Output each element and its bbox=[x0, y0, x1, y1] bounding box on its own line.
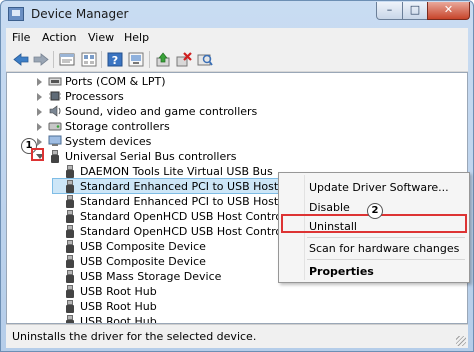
toolbar: ? bbox=[6, 48, 468, 72]
usb-device-icon bbox=[66, 270, 74, 283]
tree-item-label: Ports (COM & LPT) bbox=[65, 75, 166, 88]
menu-disable[interactable]: Disable bbox=[309, 201, 350, 214]
usb-device-icon bbox=[66, 255, 74, 268]
device-properties-icon[interactable] bbox=[59, 52, 75, 67]
menu-scan-hardware[interactable]: Scan for hardware changes bbox=[309, 242, 459, 255]
expand-arrow-icon[interactable] bbox=[37, 93, 42, 101]
maximize-button[interactable]: □ bbox=[402, 2, 428, 20]
show-hidden-icon[interactable] bbox=[81, 52, 97, 67]
device-label: USB Root Hub bbox=[80, 315, 157, 324]
usb-device-icon bbox=[66, 195, 74, 208]
toolbar-separator bbox=[101, 51, 102, 68]
menu-update-driver[interactable]: Update Driver Software... bbox=[309, 181, 449, 194]
resize-grip-icon[interactable] bbox=[456, 336, 466, 346]
tree-item-label: System devices bbox=[65, 135, 152, 148]
menu-view[interactable]: View bbox=[88, 31, 114, 44]
port-icon bbox=[48, 75, 62, 87]
tree-item-label: Sound, video and game controllers bbox=[65, 105, 258, 118]
system-devices-icon bbox=[48, 135, 62, 147]
device-label: Standard OpenHCD USB Host Controller bbox=[80, 210, 300, 223]
usb-icon bbox=[51, 150, 59, 163]
tree-item-label: Universal Serial Bus controllers bbox=[65, 150, 237, 163]
usb-device-icon bbox=[66, 210, 74, 223]
update-driver-icon[interactable] bbox=[155, 52, 171, 67]
device-label: Standard OpenHCD USB Host Controller bbox=[80, 225, 300, 238]
device-label: USB Composite Device bbox=[80, 240, 206, 253]
toolbar-separator bbox=[53, 51, 54, 68]
speaker-icon bbox=[48, 105, 62, 117]
device-label: USB Composite Device bbox=[80, 255, 206, 268]
tree-item-label: Storage controllers bbox=[65, 120, 170, 133]
status-text: Uninstalls the driver for the selected d… bbox=[12, 330, 257, 343]
back-arrow-icon[interactable] bbox=[13, 52, 29, 67]
close-button[interactable]: ✕ bbox=[427, 2, 470, 20]
menu-help[interactable]: Help bbox=[124, 31, 149, 44]
device-manager-icon bbox=[8, 7, 24, 21]
svg-text:?: ? bbox=[112, 54, 118, 67]
scan-hardware-icon[interactable] bbox=[197, 52, 213, 67]
expand-arrow-icon[interactable] bbox=[37, 108, 42, 116]
title-bar[interactable]: Device Manager – □ ✕ bbox=[1, 1, 473, 27]
expand-arrow-icon[interactable] bbox=[37, 123, 42, 131]
tree-item-label: Processors bbox=[65, 90, 124, 103]
device-label: USB Root Hub bbox=[80, 300, 157, 313]
menu-action[interactable]: Action bbox=[42, 31, 76, 44]
storage-icon bbox=[48, 120, 62, 132]
usb-device-icon bbox=[66, 240, 74, 253]
toolbar-separator bbox=[149, 51, 150, 68]
usb-device-icon bbox=[66, 300, 74, 313]
usb-device-icon bbox=[66, 225, 74, 238]
step-2-callout: 2 bbox=[367, 203, 383, 219]
expand-arrow-icon[interactable] bbox=[37, 138, 42, 146]
forward-arrow-icon[interactable] bbox=[33, 52, 49, 67]
menu-separator bbox=[307, 259, 465, 260]
window-title: Device Manager bbox=[31, 7, 129, 21]
minimize-button[interactable]: – bbox=[376, 2, 403, 20]
usb-device-icon bbox=[66, 165, 74, 178]
menu-separator bbox=[307, 237, 465, 238]
usb-device-icon bbox=[66, 285, 74, 298]
menu-file[interactable]: File bbox=[12, 31, 30, 44]
expand-arrow-highlight bbox=[31, 148, 44, 161]
uninstall-device-icon[interactable] bbox=[176, 52, 192, 67]
usb-device-icon bbox=[66, 180, 74, 193]
status-bar: Uninstalls the driver for the selected d… bbox=[6, 324, 468, 348]
device-label: DAEMON Tools Lite Virtual USB Bus bbox=[80, 165, 273, 178]
device-label: USB Root Hub bbox=[80, 285, 157, 298]
device-label: USB Mass Storage Device bbox=[80, 270, 222, 283]
menu-bar: File Action View Help bbox=[6, 28, 468, 48]
help-icon[interactable]: ? bbox=[107, 52, 123, 67]
computer-view-icon[interactable] bbox=[128, 52, 144, 67]
processor-icon bbox=[48, 90, 62, 102]
menu-properties[interactable]: Properties bbox=[309, 265, 374, 278]
expand-arrow-icon[interactable] bbox=[37, 78, 42, 86]
usb-device-icon bbox=[66, 315, 74, 323]
